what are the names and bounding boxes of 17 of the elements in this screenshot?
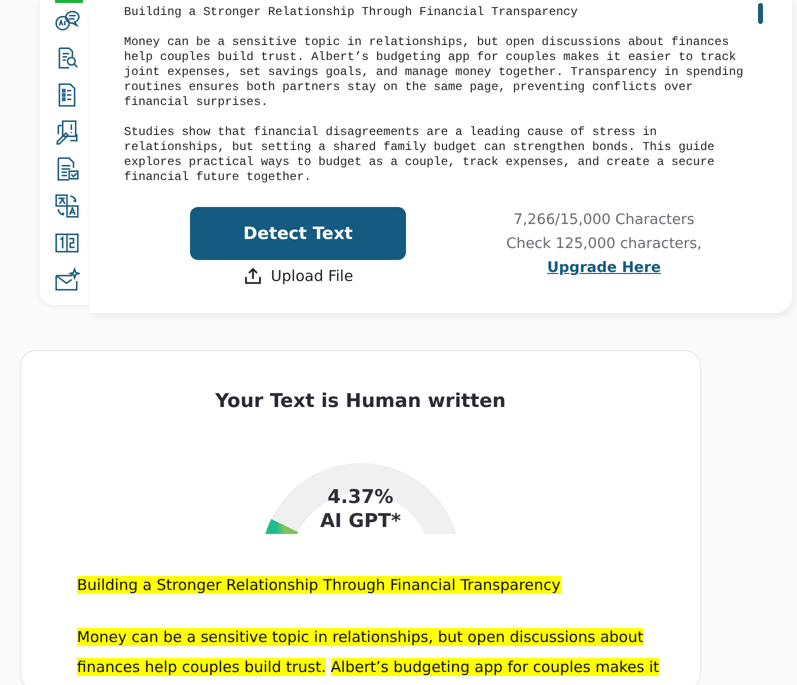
result-paragraph: Building a Stronger Relationship Through Financial Transparency	[77, 575, 562, 596]
upgrade-note: Check 125,000 characters, Upgrade Here	[505, 235, 703, 278]
scrollbar-thumb[interactable]	[758, 3, 763, 24]
result-paragraph: Money can be a sensitive topic in relationships, but open discussions about finances help couples build trust. Albert’s budgeting app for couples makes it	[77, 627, 660, 678]
accent-bar	[55, 0, 83, 3]
detect-text-button[interactable]: Detect Text	[190, 207, 406, 260]
translate-icon[interactable]	[54, 193, 80, 219]
upload-file-button[interactable]: Upload File	[242, 266, 354, 286]
sparkle-envelope-icon[interactable]	[54, 267, 80, 293]
character-count: 7,266/15,000 Characters	[514, 211, 694, 230]
ai-label: AI GPT*	[319, 509, 402, 533]
upgrade-link[interactable]: Upgrade Here	[547, 260, 661, 276]
ai-percentage: 4.37%	[326, 485, 394, 509]
text-input-field[interactable]: Building a Stronger Relationship Through Financial Transparency Money can be a sensitive topic in relationships, but open discussions about finances help couples build trust. Albert’s budgeting app for couples makes it easier to track joint expenses, set savings goals, and manage money together. Transparency in spending routines ensures both partners stay on the same page, preventing conflicts over financial surprises. Studies show that financial disagreements are a leading cause of stress in relationships, but setting a shared family budget can strengthen bonds. This guide explores practical ways to budget as a couple, track expenses, and create a secure financial future together.	[124, 5, 744, 191]
edit-document-icon[interactable]	[54, 119, 80, 145]
result-title: Your Text is Human written	[215, 390, 506, 412]
upload-icon	[242, 266, 263, 286]
